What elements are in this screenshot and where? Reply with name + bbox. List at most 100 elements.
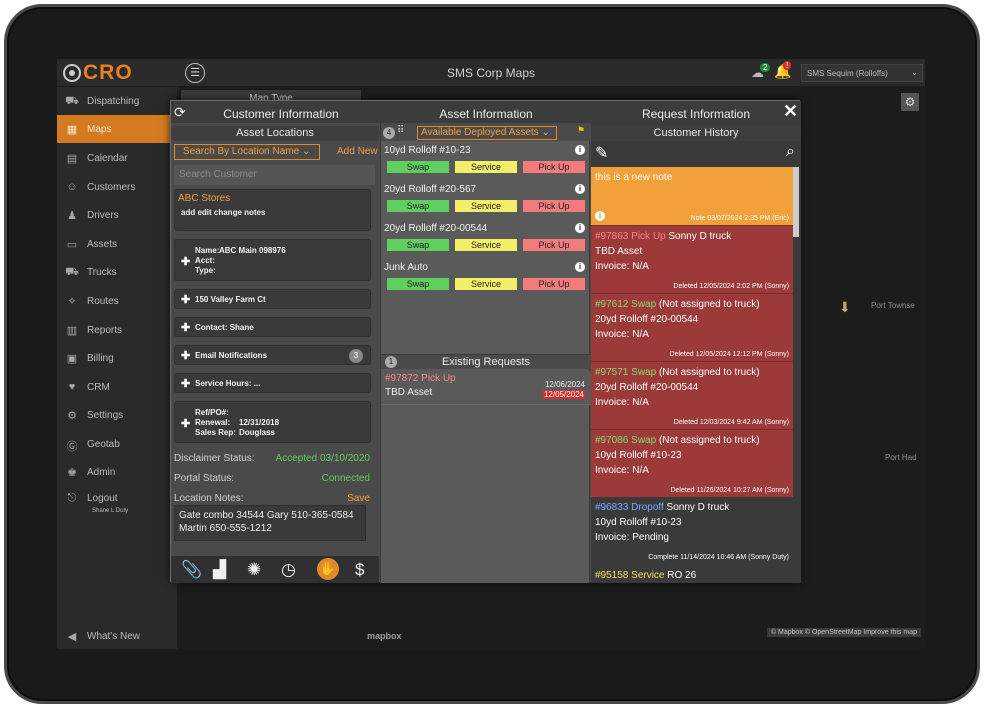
history-item[interactable]: #97612 Swap (Not assigned to truck) 20yd… [591,293,793,361]
service-hours-row: Service Hours: ... [195,379,260,389]
sidebar-item-settings[interactable]: ⚙ Settings [57,401,177,429]
history-list[interactable]: this is a new note i Note 03/07/2024 2:3… [591,167,793,583]
existing-request-row[interactable]: #97872 Pick Up TBD Asset 12/06/2024 12/0… [381,371,591,405]
sidebar-item-label: Reports [87,324,123,336]
plus-icon[interactable]: ✚ [181,349,190,362]
plus-icon[interactable]: ✚ [181,377,190,390]
search-customer-input[interactable]: Search Customer [174,165,375,185]
paperclip-icon[interactable]: 📎 [181,560,202,580]
sidebar-item-customers[interactable]: ☺ Customers [57,173,177,201]
close-icon[interactable]: ✕ [783,101,798,122]
map-attribution[interactable]: © Mapbox © OpenStreetMap Improve this ma… [766,628,921,637]
network-icon[interactable]: ✺ [247,560,261,580]
sidebar-item-trucks[interactable]: ⛟ Trucks [57,258,177,286]
sidebar-item-assets[interactable]: ▭ Assets [57,230,177,258]
stop-hand-icon[interactable]: ✋ [317,558,339,580]
info-icon[interactable]: i [575,262,585,272]
pickup-button[interactable]: Pick Up [523,278,585,290]
map-chart-icon[interactable]: ▟ [213,560,226,580]
sidebar-item-label: Calendar [87,152,128,164]
customer-card[interactable]: ABC Stores add edit change notes [174,189,371,231]
sidebar-item-dispatching[interactable]: ⛟ Dispatching [57,87,177,115]
service-button[interactable]: Service [455,200,517,212]
map-pin-icon[interactable]: ⬇ [839,299,851,316]
flag-icon[interactable]: ⚑ [577,125,585,136]
plus-icon[interactable]: ✚ [181,417,190,430]
contact-card[interactable]: ✚ Contact: Shane [174,317,371,337]
plus-icon[interactable]: ✚ [181,321,190,334]
history-toolbar: ✎ ⌕ [593,143,799,165]
service-button[interactable]: Service [455,161,517,173]
asset-filter-select[interactable]: Available Deployed Assets ⌄ [417,126,557,140]
add-new-link[interactable]: Add New [337,146,378,157]
info-icon[interactable]: i [595,211,605,221]
search-by-select[interactable]: Search By Location Name ⌄ [174,144,320,160]
plus-icon[interactable]: ✚ [181,255,190,268]
contact-label: Contact: [195,323,228,332]
pickup-button[interactable]: Pick Up [523,239,585,251]
gear-icon[interactable]: ⚙ [901,93,919,111]
service-button[interactable]: Service [455,278,517,290]
history-id[interactable]: #96833 Dropoff [595,502,664,513]
location-card[interactable]: ✚ Name:ABC Main 098976 Acct: Type: [174,239,371,281]
location-modal: ⟳ Customer Information Asset Information… [170,100,801,583]
service-hours-card[interactable]: ✚ Service Hours: ... [174,373,371,393]
history-id[interactable]: #97086 Swap [595,435,656,446]
history-note[interactable]: this is a new note i Note 03/07/2024 2:3… [591,167,793,225]
sidebar-item-geotab[interactable]: Ⓖ Geotab [57,430,177,458]
swap-button[interactable]: Swap [387,200,449,212]
edit-note-icon[interactable]: ✎ [595,143,608,163]
info-icon[interactable]: i [575,184,585,194]
history-id[interactable]: #97571 Swap [595,367,656,378]
history-item[interactable]: #97086 Swap (Not assigned to truck) 10yd… [591,429,793,497]
history-id[interactable]: #97612 Swap [595,299,656,310]
plus-icon[interactable]: ✚ [181,293,190,306]
info-icon[interactable]: i [575,223,585,233]
geotab-icon: Ⓖ [66,441,78,453]
asset-row: 20yd Rolloff #20-00544 i Swap Service Pi… [383,223,589,259]
address-card[interactable]: ✚ 150 Valley Farm Ct [174,289,371,309]
swap-button[interactable]: Swap [387,278,449,290]
pickup-button[interactable]: Pick Up [523,161,585,173]
sidebar-item-billing[interactable]: ▣ Billing [57,344,177,372]
sidebar-item-whats-new[interactable]: ◀ What's New [57,622,177,649]
info-icon[interactable]: i [575,145,585,155]
sidebar-item-reports[interactable]: ▥ Reports [57,316,177,344]
history-id[interactable]: #95158 Service [595,570,665,581]
save-notes-button[interactable]: Save [347,493,370,504]
search-icon[interactable]: ⌕ [786,143,795,161]
email-notifications-card[interactable]: ✚ Email Notifications 3 [174,345,371,365]
history-item[interactable]: #97863 Pick Up Sonny D truck TBD Asset I… [591,225,793,293]
renewal-card[interactable]: ✚ Ref/PO#: Renewal: 12/31/2018 Sales Rep:… [174,401,371,443]
service-button[interactable]: Service [455,239,517,251]
request-asset: TBD Asset [385,387,433,398]
history-item[interactable]: #95158 Service RO 26 [591,565,793,583]
sidebar-item-admin[interactable]: ♚ Admin [57,458,177,486]
store-note: add edit change notes [181,208,266,217]
sidebar-item-drivers[interactable]: ♟ Drivers [57,201,177,229]
history-scrollbar[interactable] [793,167,799,237]
history-item[interactable]: #97571 Swap (Not assigned to truck) 20yd… [591,361,793,429]
settings-icon: ⚙ [67,410,77,422]
cloud-sync-icon[interactable]: ☁ 2 [751,63,771,81]
swap-button[interactable]: Swap [387,161,449,173]
sidebar-item-crm[interactable]: ♥ CRM [57,373,177,401]
location-notes-textarea[interactable]: Gate combo 34544 Gary 510-365-0584 Marti… [174,505,366,541]
request-id[interactable]: #97872 Pick Up [385,373,456,384]
bell-icon[interactable]: 🔔! [774,61,791,80]
chevron-down-icon: ⌄ [541,127,550,138]
history-id[interactable]: #97863 Pick Up [595,231,666,242]
note-footer: Note 03/07/2024 2:35 PM (Eric) [690,215,789,222]
sidebar-item-label: Settings [87,409,124,421]
sidebar-item-calendar[interactable]: ▤ Calendar [57,144,177,172]
account-select[interactable]: SMS Sequim (Rolloffs) ⌄ [801,64,923,82]
dollar-icon[interactable]: $ [355,560,364,580]
swap-button[interactable]: Swap [387,239,449,251]
sidebar-item-routes[interactable]: ⟡ Routes [57,287,177,315]
sidebar-item-maps[interactable]: ▦ Maps [57,115,177,143]
grid-icon[interactable]: ⠿ [397,125,404,136]
history-item[interactable]: #96833 Dropoff Sonny D truck 10yd Rollof… [591,497,793,565]
clock-icon[interactable]: ◷ [281,560,296,580]
pickup-button[interactable]: Pick Up [523,200,585,212]
address: 150 Valley Farm Ct [195,295,266,304]
